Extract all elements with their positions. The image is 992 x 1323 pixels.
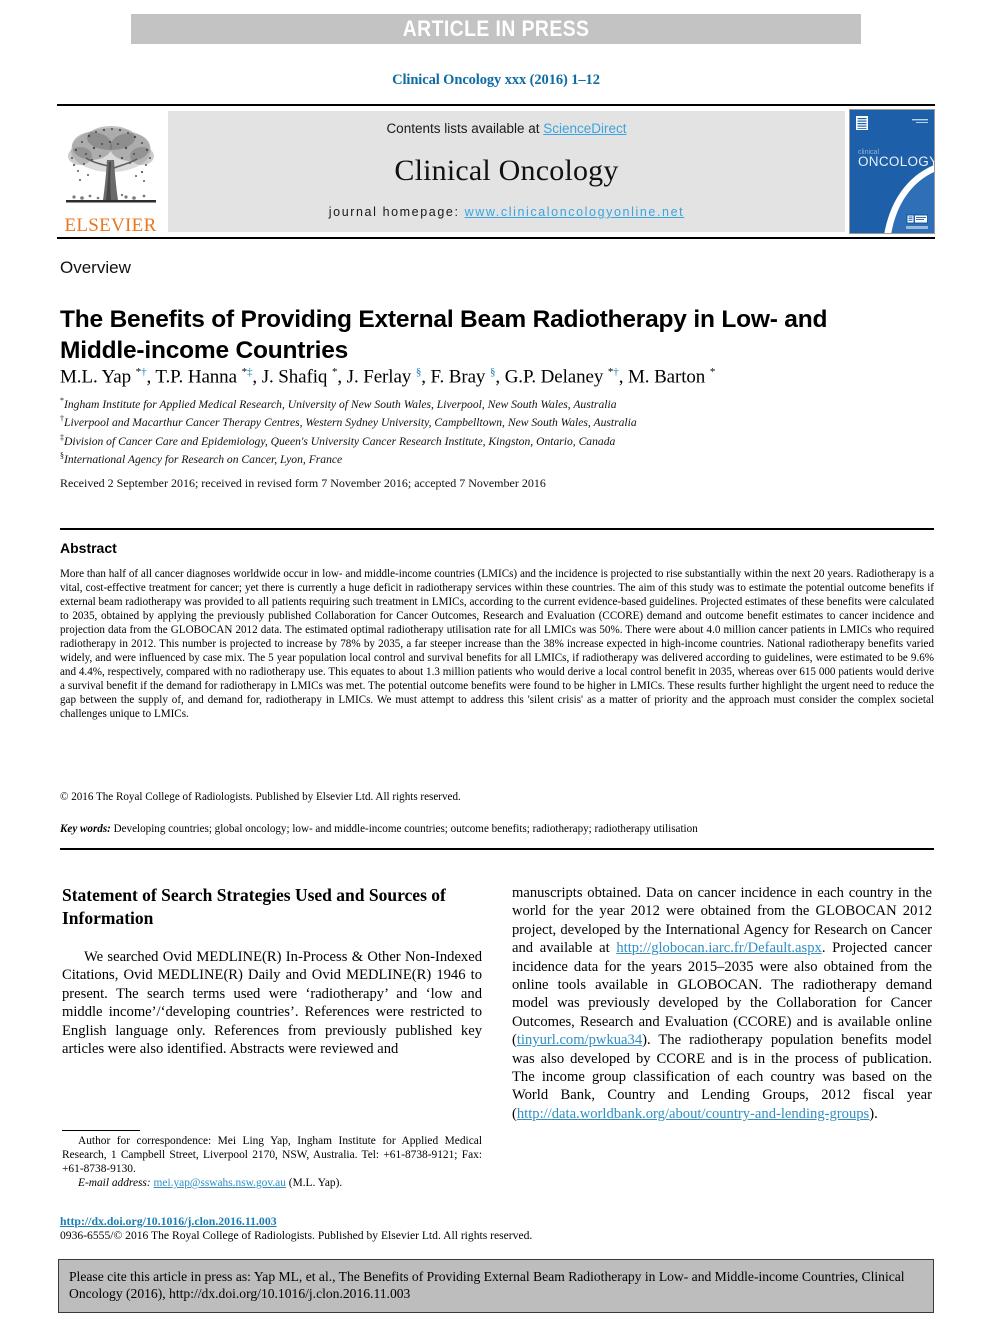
journal-cover-thumbnail: clinical ONCOLOGY [849,109,935,234]
body-column-left: Statement of Search Strategies Used and … [62,884,482,1058]
journal-title: Clinical Oncology [394,153,619,187]
received-dates-line: Received 2 September 2016; received in r… [60,476,546,490]
tinyurl-link[interactable]: tinyurl.com/pwkua34 [517,1032,642,1048]
globocan-link[interactable]: http://globocan.iarc.fr/Default.aspx [616,940,821,956]
paragraph-search-strategies: We searched Ovid MEDLINE(R) In-Process &… [62,949,482,1058]
section-heading-search-strategies: Statement of Search Strategies Used and … [62,885,446,928]
body-column-right: manuscripts obtained. Data on cancer inc… [512,884,932,1123]
journal-masthead: ELSEVIER Contents lists available at Sci… [57,104,935,239]
paragraph-data-sources: manuscripts obtained. Data on cancer inc… [512,884,932,1123]
email-link[interactable]: mei.yap@sswahs.nsw.gov.au [154,1177,286,1189]
affiliation-list: *Ingham Institute for Applied Medical Re… [60,394,930,468]
cite-this-article-box: Please cite this article in press as: Ya… [58,1259,934,1313]
contents-lists-prefix: Contents lists available at [386,121,544,136]
abstract-heading: Abstract [60,540,117,556]
email-note: E-mail address: mei.yap@sswahs.nsw.gov.a… [62,1176,482,1190]
issn-copyright-line: 0936-6555/© 2016 The Royal College of Ra… [60,1229,533,1242]
data-sources-text-4: ). [869,1105,878,1122]
journal-homepage-prefix: journal homepage: [328,205,465,219]
svg-text:ONCOLOGY: ONCOLOGY [858,154,934,169]
affiliation-symbol: § [60,451,64,461]
worldbank-link[interactable]: http://data.worldbank.org/about/country-… [517,1106,869,1122]
email-suffix: (M.L. Yap). [285,1177,343,1189]
contents-lists-line: Contents lists available at ScienceDirec… [386,121,626,136]
affiliation-symbol: ‡ [60,432,64,442]
affiliation-item: ‡Division of Cancer Care and Epidemiolog… [60,432,616,448]
sciencedirect-link[interactable]: ScienceDirect [543,121,626,136]
elsevier-logo: ELSEVIER [57,106,164,237]
doi-link[interactable]: http://dx.doi.org/10.1016/j.clon.2016.11… [60,1214,277,1229]
abstract-top-rule [60,528,934,530]
elsevier-tree-icon [62,120,160,215]
email-label: E-mail address: [78,1177,151,1189]
masthead-center-panel: Contents lists available at ScienceDirec… [168,111,845,232]
keywords-label: Key words: [60,823,111,835]
article-type-label: Overview [60,258,131,277]
affiliation-item: *Ingham Institute for Applied Medical Re… [60,396,617,411]
footnote-block: Author for correspondence: Mei Ling Yap,… [62,1134,482,1190]
elsevier-wordmark: ELSEVIER [64,215,157,236]
abstract-copyright: © 2016 The Royal College of Radiologists… [60,791,461,803]
affiliation-item: †Liverpool and Macarthur Cancer Therapy … [60,414,637,430]
abstract-text: More than half of all cancer diagnoses w… [60,568,934,721]
journal-cover-art: clinical ONCOLOGY [850,110,934,233]
article-in-press-label: ARTICLE IN PRESS [402,16,590,41]
correspondence-note: Author for correspondence: Mei Ling Yap,… [62,1135,482,1175]
author-list: M.L. Yap *†, T.P. Hanna *‡, J. Shafiq *,… [60,366,716,388]
affiliation-symbol: * [60,396,64,405]
article-in-press-banner: ARTICLE IN PRESS [131,14,861,44]
keywords-line: Key words: Developing countries; global … [60,823,934,835]
keywords-values: Developing countries; global oncology; l… [110,823,698,835]
cite-this-article-text: Please cite this article in press as: Ya… [69,1269,905,1301]
abstract-bottom-rule [60,848,934,850]
affiliation-item: §International Agency for Research on Ca… [60,451,343,467]
journal-homepage-link[interactable]: www.clinicaloncologyonline.net [465,205,685,219]
journal-citation-line: Clinical Oncology xxx (2016) 1–12 [392,72,600,88]
page-title: The Benefits of Providing External Beam … [60,306,828,365]
journal-homepage-line: journal homepage: www.clinicaloncologyon… [329,205,684,219]
affiliation-symbol: † [60,414,64,424]
footnote-separator-rule [62,1130,140,1131]
